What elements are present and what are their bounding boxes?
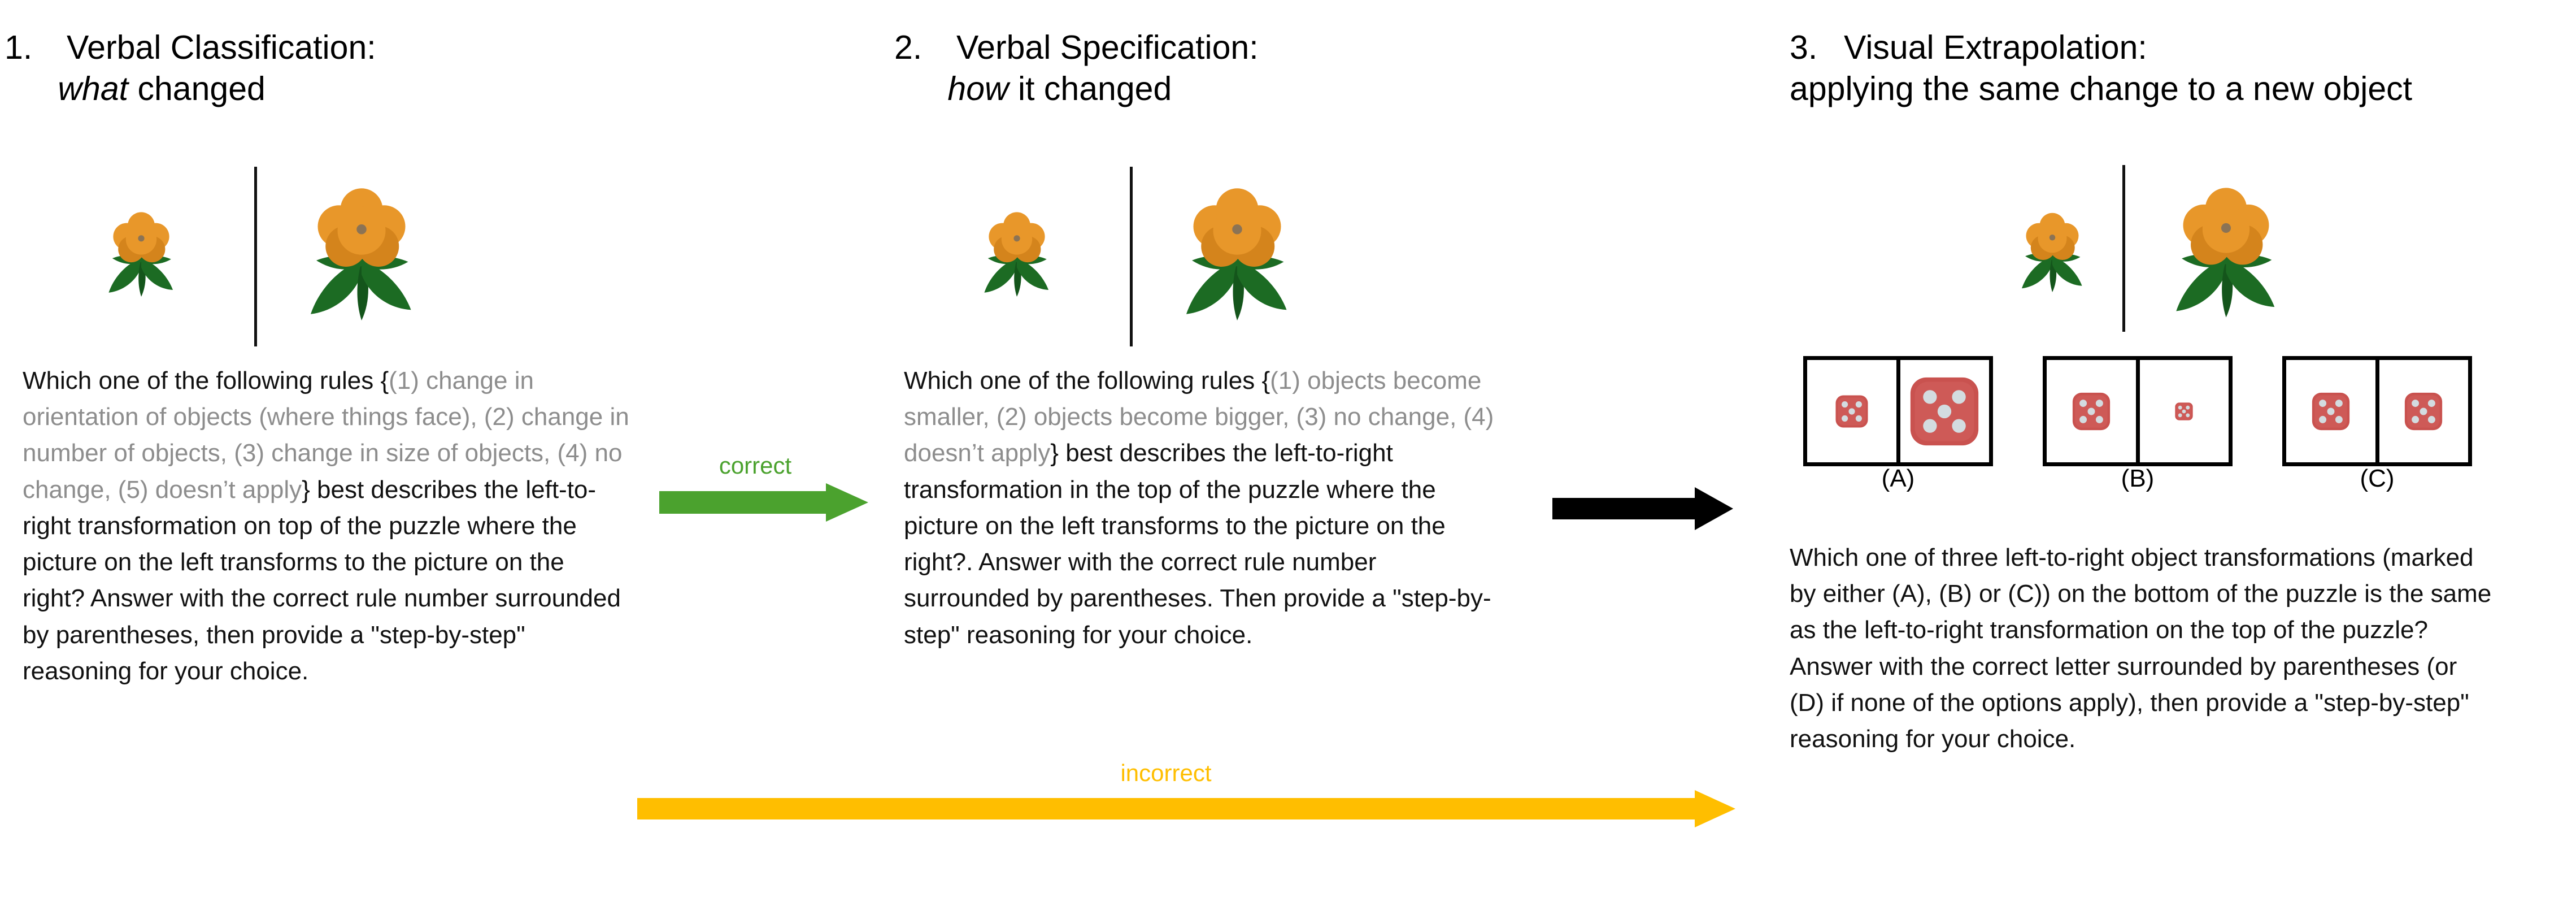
panel-3-index: 3.: [1790, 29, 1818, 66]
panel-2-heading: 2. Verbal Specification: how it changed: [894, 27, 1259, 110]
panel-visual-extrapolation: 3. Visual Extrapolation: applying the sa…: [1779, 0, 2576, 902]
option-transform-c[interactable]: (C): [2282, 356, 2472, 492]
option-b-left-cell: [2047, 360, 2136, 462]
option-a-frame: (A): [1803, 356, 1993, 492]
flower-small-left: [972, 203, 1062, 300]
flower-large-right: [2157, 174, 2295, 322]
panel-2-index: 2.: [894, 29, 923, 66]
stimulus-divider-rule: [254, 167, 257, 346]
die-five-pip-large: [1908, 375, 1981, 448]
correct-arrow: [659, 483, 868, 522]
option-b-label: (B): [2121, 465, 2155, 492]
panel-1-prompt: Which one of the following rules {(1) ch…: [23, 363, 633, 689]
option-transform-b[interactable]: (B): [2043, 356, 2233, 492]
black-arrow: [1552, 487, 1733, 530]
option-a-label: (A): [1881, 465, 1915, 492]
panel-1-prompt-lead: Which one of the following rules {: [23, 367, 389, 394]
incorrect-arrow-label: incorrect: [1120, 760, 1212, 786]
option-transform-a[interactable]: (A): [1803, 356, 1993, 492]
panel-1-subtitle-rest: changed: [128, 70, 266, 108]
panel-1-title: Verbal Classification:: [67, 29, 376, 66]
panel-2-subtitle-emphasis: how: [947, 70, 1009, 108]
panel-verbal-classification: 1. Verbal Classification: what changed W…: [0, 0, 633, 902]
panel-3-stimulus: [1994, 164, 2390, 333]
correct-arrow-label: correct: [719, 452, 792, 479]
die-five-pip-medium: [2403, 391, 2444, 432]
flower-small-left: [96, 203, 186, 300]
die-five-pip-medium: [2310, 391, 2351, 432]
flower-small-left: [2010, 205, 2095, 295]
panel-1-index: 1.: [5, 29, 33, 66]
stimulus-divider-rule: [2122, 165, 2125, 332]
option-b-frame: (B): [2043, 356, 2233, 492]
option-c-right-cell: [2375, 360, 2469, 462]
die-five-pip-medium: [2071, 391, 2112, 432]
panel-3-title: Visual Extrapolation:: [1844, 29, 2147, 66]
panel-3-prompt: Which one of three left-to-right object …: [1790, 540, 2496, 757]
option-a-left-cell: [1807, 360, 1896, 462]
option-c-label: (C): [2360, 465, 2395, 492]
panel-2-prompt: Which one of the following rules {(1) ob…: [904, 363, 1508, 653]
panel-2-title: Verbal Specification:: [956, 29, 1259, 66]
option-c-left-cell: [2286, 360, 2375, 462]
die-five-pip-small: [1834, 394, 1869, 429]
panel-1-heading: 1. Verbal Classification: what changed: [5, 27, 376, 110]
panel-1-stimulus: [34, 164, 432, 346]
option-a-right-cell: [1896, 360, 1990, 462]
panel-1-subtitle-emphasis: what: [58, 70, 129, 108]
panel-2-prompt-lead: Which one of the following rules {: [904, 367, 1270, 394]
die-five-pip-tiny: [2174, 402, 2194, 421]
flower-large-right: [1167, 174, 1308, 326]
option-b-right-cell: [2135, 360, 2229, 462]
panel-3-prompt-tail: Which one of three left-to-right object …: [1790, 544, 2492, 753]
panel-2-prompt-tail: } best describes the left-to-right trans…: [904, 439, 1491, 649]
panel-2-subtitle-rest: it changed: [1008, 70, 1172, 108]
stimulus-divider-rule: [1130, 167, 1133, 346]
incorrect-arrow: [637, 790, 1735, 827]
panel-3-subtitle-rest: applying the same change to a new object: [1790, 70, 2413, 108]
option-c-frame: (C): [2282, 356, 2472, 492]
panel-3-heading: 3. Visual Extrapolation: applying the sa…: [1790, 27, 2412, 110]
panel-1-prompt-tail: } best describes the left-to-right trans…: [23, 475, 621, 685]
flower-large-right: [291, 174, 432, 326]
panel-2-stimulus: [910, 164, 1308, 346]
